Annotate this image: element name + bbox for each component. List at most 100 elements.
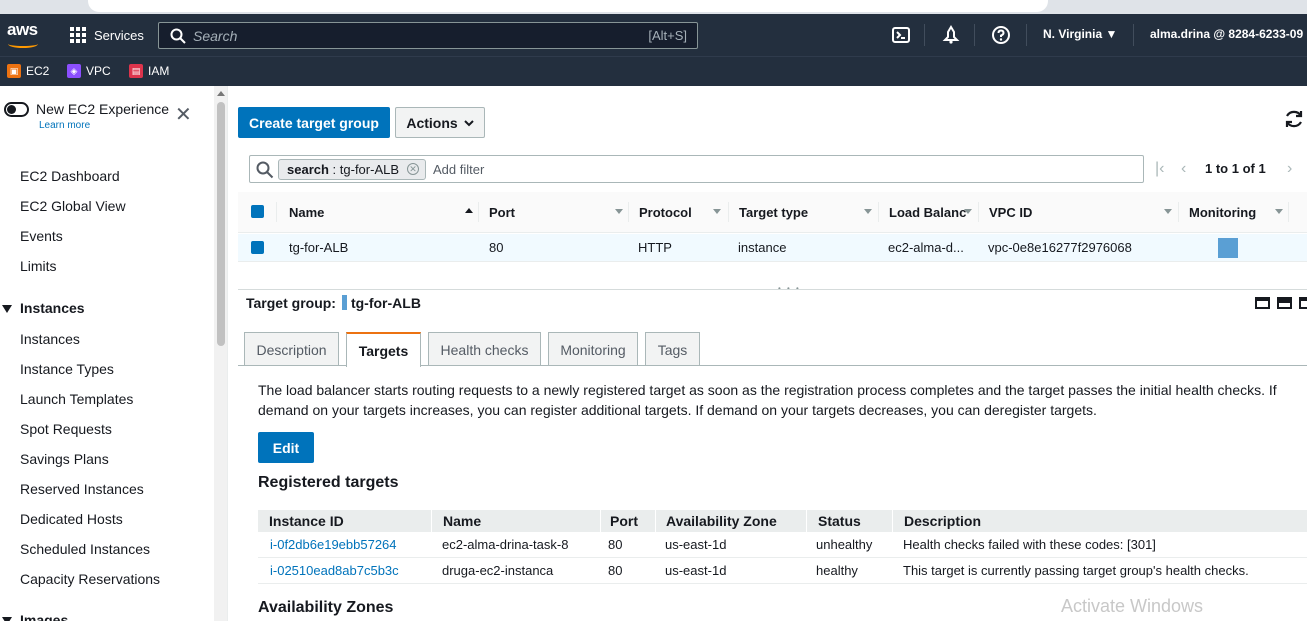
column-divider — [728, 202, 729, 222]
table-row[interactable]: tg-for-ALB 80 HTTP instance ec2-alma-d..… — [238, 234, 1307, 262]
sort-icon[interactable] — [713, 209, 721, 214]
region-selector[interactable]: N. Virginia ▼ — [1043, 27, 1117, 41]
sidebar-item-reserved-instances[interactable]: Reserved Instances — [20, 481, 144, 497]
previous-page-icon[interactable]: ‹ — [1181, 160, 1186, 178]
cell-load-balancer: ec2-alma-d... — [888, 240, 964, 255]
sidebar-item-savings-plans[interactable]: Savings Plans — [20, 451, 109, 467]
monitoring-icon[interactable] — [1218, 238, 1238, 258]
favorite-iam[interactable]: ▤ IAM — [129, 64, 169, 78]
section-label: Images — [20, 612, 69, 621]
refresh-icon[interactable] — [1283, 108, 1305, 130]
ec2-service-icon: ▣ — [7, 64, 21, 78]
detail-title-value: tg-for-ALB — [350, 295, 421, 311]
address-bar[interactable] — [88, 0, 1048, 12]
column-header-vpc-id[interactable]: VPC ID — [989, 205, 1032, 220]
pane-minimize-icon[interactable] — [1255, 297, 1270, 309]
column-header-port[interactable]: Port — [489, 205, 515, 220]
filter-token[interactable]: search : tg-for-ALB ✕ — [278, 159, 427, 180]
pane-maximize-icon[interactable] — [1299, 297, 1307, 309]
sidebar-item-ec2-global-view[interactable]: EC2 Global View — [20, 198, 126, 214]
new-experience-label: New EC2 Experience — [36, 101, 170, 117]
aws-logo[interactable]: aws — [7, 20, 41, 48]
tab-health-checks[interactable]: Health checks — [428, 332, 541, 366]
learn-more-link[interactable]: Learn more — [39, 120, 90, 131]
column-header-protocol[interactable]: Protocol — [639, 205, 692, 220]
sidebar-section-instances[interactable]: Instances — [2, 300, 85, 316]
first-page-icon[interactable]: |‹ — [1155, 160, 1164, 178]
remove-filter-icon[interactable]: ✕ — [407, 163, 420, 175]
cloudshell-icon[interactable] — [891, 25, 911, 45]
global-search-input[interactable]: Search [Alt+S] — [158, 22, 698, 49]
next-page-icon[interactable]: › — [1287, 160, 1292, 178]
column-header-status: Status — [818, 513, 861, 529]
sort-icon[interactable] — [1164, 209, 1172, 214]
sidebar-item-ec2-dashboard[interactable]: EC2 Dashboard — [20, 168, 120, 184]
favorite-ec2[interactable]: ▣ EC2 — [7, 64, 49, 78]
close-icon[interactable]: ✕ — [175, 105, 192, 125]
pane-half-icon[interactable] — [1277, 297, 1292, 309]
instance-id-link[interactable]: i-02510ead8ab7c5b3c — [270, 563, 399, 578]
tab-tags[interactable]: Tags — [645, 332, 700, 366]
sidebar-scrollbar[interactable] — [214, 86, 227, 621]
sidebar-item-instance-types[interactable]: Instance Types — [20, 361, 114, 377]
availability-zones-heading: Availability Zones — [258, 599, 394, 616]
sidebar-item-events[interactable]: Events — [20, 228, 63, 244]
edit-button[interactable]: Edit — [258, 432, 314, 463]
filter-token-key: search — [287, 162, 329, 177]
column-header-instance-id: Instance ID — [269, 513, 344, 529]
caret-down-icon — [2, 305, 12, 314]
services-menu-button[interactable]: Services — [70, 25, 144, 45]
sort-icon[interactable] — [615, 209, 623, 214]
scroll-up-arrow-icon[interactable] — [217, 91, 225, 96]
sidebar-item-capacity-reservations[interactable]: Capacity Reservations — [20, 571, 160, 587]
sort-icon[interactable] — [1275, 209, 1283, 214]
tab-monitoring[interactable]: Monitoring — [548, 332, 638, 366]
instance-id-link[interactable]: i-0f2db6e19ebb57264 — [270, 537, 397, 552]
select-all-checkbox[interactable] — [251, 205, 264, 218]
column-header-name: Name — [443, 513, 482, 529]
add-filter-placeholder[interactable]: Add filter — [433, 162, 484, 177]
sidebar-section-images[interactable]: Images — [2, 612, 68, 621]
cell-availability-zone: us-east-1d — [665, 537, 727, 552]
new-experience-toggle[interactable] — [4, 102, 29, 117]
apps-grid-icon — [70, 27, 86, 43]
column-header-load-balancer[interactable]: Load Balanc — [889, 205, 966, 220]
filter-search-bar[interactable]: search : tg-for-ALB ✕ Add filter — [249, 155, 1144, 183]
actions-dropdown-button[interactable]: Actions — [395, 107, 485, 138]
notifications-bell-icon[interactable] — [941, 25, 961, 45]
scrollbar-thumb[interactable] — [217, 102, 225, 346]
cell-protocol: HTTP — [638, 240, 672, 255]
region-label: N. Virginia — [1043, 27, 1103, 41]
aws-logo-text: aws — [7, 20, 38, 39]
nav-divider — [1026, 24, 1027, 46]
tab-targets[interactable]: Targets — [346, 332, 421, 367]
pagination: |‹ ‹ 1 to 1 of 1 › — [1155, 160, 1305, 180]
column-divider — [600, 510, 601, 532]
help-icon[interactable] — [991, 25, 1011, 45]
favorite-label: IAM — [148, 64, 170, 78]
sort-ascending-icon[interactable] — [465, 208, 473, 213]
cell-target-type: instance — [738, 240, 787, 255]
sidebar-item-dedicated-hosts[interactable]: Dedicated Hosts — [20, 511, 123, 527]
actions-label: Actions — [406, 114, 458, 131]
sidebar-item-spot-requests[interactable]: Spot Requests — [20, 421, 112, 437]
pane-size-controls — [1255, 297, 1307, 309]
sort-icon[interactable] — [964, 209, 972, 214]
favorite-label: EC2 — [26, 64, 50, 78]
cell-description: This target is currently passing target … — [903, 563, 1249, 578]
sidebar-item-launch-templates[interactable]: Launch Templates — [20, 391, 133, 407]
sidebar-item-instances[interactable]: Instances — [20, 331, 80, 347]
column-header-target-type[interactable]: Target type — [739, 205, 808, 220]
account-menu[interactable]: alma.drina @ 8284-6233-09 — [1150, 27, 1303, 41]
column-header-name[interactable]: Name — [289, 205, 324, 220]
registered-target-row: i-0f2db6e19ebb57264 ec2-alma-drina-task-… — [258, 532, 1307, 558]
sidebar-item-limits[interactable]: Limits — [20, 258, 57, 274]
browser-chrome — [0, 0, 1307, 14]
row-checkbox[interactable] — [251, 241, 264, 254]
tab-description[interactable]: Description — [244, 332, 339, 366]
sidebar-item-scheduled-instances[interactable]: Scheduled Instances — [20, 541, 150, 557]
sort-icon[interactable] — [864, 209, 872, 214]
favorite-vpc[interactable]: ◈ VPC — [67, 64, 111, 78]
column-header-monitoring[interactable]: Monitoring — [1189, 205, 1256, 220]
create-target-group-button[interactable]: Create target group — [238, 107, 390, 138]
